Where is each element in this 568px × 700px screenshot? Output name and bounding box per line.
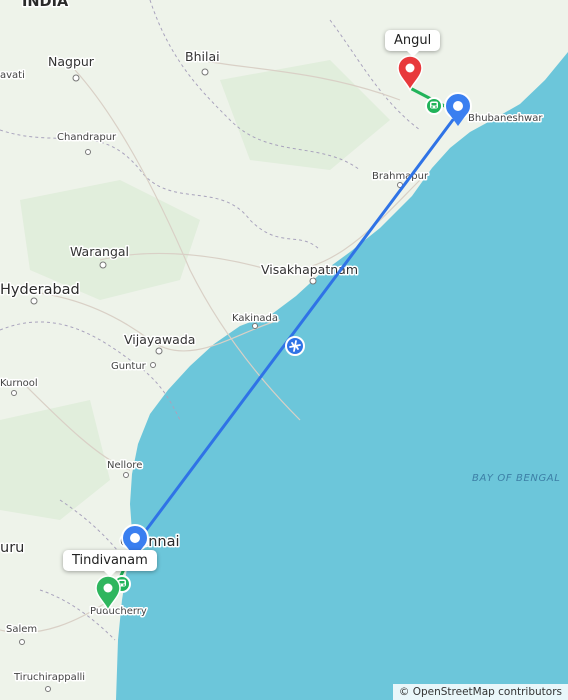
city-label: Vijayawada bbox=[124, 332, 195, 347]
destination-callout[interactable]: Angul bbox=[385, 30, 441, 57]
city-label: Kakinada bbox=[232, 313, 278, 324]
partial-city-label: avati bbox=[0, 70, 25, 81]
map-view[interactable]: INDIA Nagpur Bhilai Chandrapur Bhubanesh… bbox=[0, 0, 568, 700]
city-label: Nellore bbox=[107, 460, 142, 471]
city-label: Puducherry bbox=[90, 606, 147, 617]
country-label: INDIA bbox=[22, 0, 69, 10]
train-icon[interactable] bbox=[425, 97, 443, 115]
origin-callout[interactable]: Tindivanam bbox=[63, 550, 157, 577]
city-label: Nagpur bbox=[48, 54, 95, 69]
sea-label: BAY OF BENGAL bbox=[472, 473, 560, 484]
plane-icon[interactable] bbox=[285, 336, 305, 356]
map-canvas[interactable]: INDIA Nagpur Bhilai Chandrapur Bhubanesh… bbox=[0, 0, 568, 700]
city-label: Bhubaneshwar bbox=[468, 113, 543, 124]
city-label: Chandrapur bbox=[57, 132, 117, 143]
city-label: Warangal bbox=[70, 244, 129, 259]
city-label: Hyderabad bbox=[0, 282, 80, 298]
city-label: Tiruchirappalli bbox=[13, 672, 85, 683]
map-attribution[interactable]: © OpenStreetMap contributors bbox=[392, 684, 568, 700]
city-label: Bhilai bbox=[185, 49, 220, 64]
city-label: Brahmapur bbox=[372, 171, 429, 182]
city-label: Salem bbox=[6, 624, 37, 635]
city-label: Kurnool bbox=[0, 378, 38, 389]
city-label: Guntur bbox=[111, 361, 147, 372]
partial-city-label: uru bbox=[0, 540, 24, 556]
